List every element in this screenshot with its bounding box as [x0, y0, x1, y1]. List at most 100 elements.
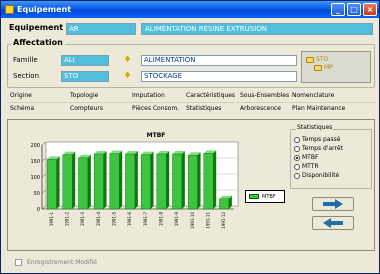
- y-tick-label: 150: [30, 159, 40, 165]
- tab-statistiques[interactable]: Statistiques: [185, 103, 221, 115]
- radio-mtbf[interactable]: MTBF: [294, 154, 318, 161]
- y-tick-label: 0: [37, 207, 40, 213]
- bar-side: [56, 156, 60, 209]
- modified-checkbox: [15, 259, 22, 266]
- tab-schema[interactable]: Schéma: [9, 103, 34, 115]
- radio-dot[interactable]: [294, 145, 300, 152]
- tab-origine[interactable]: Origine: [9, 90, 32, 102]
- bar: [125, 153, 136, 210]
- affectation-tree[interactable]: STO MP: [301, 51, 371, 83]
- status-label: Enregistrement Modifié: [27, 259, 97, 266]
- tree-item-label: STO: [316, 56, 329, 63]
- x-tick-label: 1991-10: [190, 212, 195, 229]
- bar: [156, 153, 167, 210]
- section-description-field[interactable]: STOCKAGE: [141, 71, 297, 82]
- bar-side: [181, 150, 185, 209]
- folder-icon: [314, 64, 322, 71]
- radio-label: Disponibilité: [302, 172, 340, 179]
- bar-side: [197, 152, 201, 209]
- arrow-right-icon: [323, 199, 343, 209]
- previous-button[interactable]: [312, 216, 354, 230]
- famille-code-field[interactable]: ALI: [61, 55, 109, 66]
- tab-sous-ensembles[interactable]: Sous-Ensembles: [239, 90, 289, 102]
- bar: [203, 153, 214, 210]
- radio-dot-selected[interactable]: [294, 154, 300, 161]
- tab-caracteristiques[interactable]: Caractéristiques: [185, 90, 235, 102]
- tab-nomenclature[interactable]: Nomenclature: [291, 90, 334, 102]
- tab-imputation[interactable]: Imputation: [131, 90, 165, 102]
- bar-side: [87, 154, 91, 209]
- bar-side: [213, 150, 217, 209]
- minimize-button[interactable]: _: [331, 3, 345, 16]
- section-lookup-icon[interactable]: ♦: [123, 71, 132, 82]
- x-tick-label: 1991-9: [174, 212, 179, 227]
- bar: [187, 155, 198, 210]
- grid-line-diagonal: [41, 189, 47, 194]
- y-tick-label: 100: [30, 175, 40, 181]
- radio-label: MTBF: [302, 154, 319, 161]
- bar-side: [72, 151, 76, 209]
- bar-side: [150, 151, 154, 209]
- section-label: Section: [13, 72, 40, 80]
- legend-label: MTBF: [262, 193, 276, 200]
- tab-plan-maintenance[interactable]: Plan Maintenance: [291, 103, 345, 115]
- bar: [93, 153, 104, 210]
- x-tick-label: 1991-8: [159, 212, 164, 227]
- x-tick-label: 1991-6: [127, 212, 132, 227]
- bar: [46, 159, 57, 210]
- radio-mttr[interactable]: MTTR: [294, 163, 319, 170]
- radio-temps-passe[interactable]: Temps passé: [294, 136, 340, 143]
- radio-temps-arret[interactable]: Temps d'arrêt: [294, 145, 343, 152]
- tab-topologie[interactable]: Topologie: [69, 90, 98, 102]
- tab-compteurs[interactable]: Compteurs: [69, 103, 103, 115]
- x-tick-label: 1991-3: [80, 212, 85, 227]
- bar: [62, 154, 73, 210]
- radio-label: Temps d'arrêt: [302, 145, 343, 152]
- status-bar: Enregistrement Modifié: [15, 259, 97, 266]
- x-tick-label: 1991-2: [65, 212, 70, 227]
- grid-line-diagonal: [41, 173, 47, 178]
- title-bar: Equipement _ □ ×: [1, 1, 379, 18]
- famille-lookup-icon[interactable]: ♦: [123, 55, 132, 66]
- bar: [109, 153, 120, 210]
- next-button[interactable]: [312, 197, 354, 211]
- radio-dot[interactable]: [294, 172, 300, 179]
- tab-arborescence[interactable]: Arborescence: [239, 103, 281, 115]
- equipement-description-field[interactable]: ALIMENTATION RESINE EXTRUSION: [141, 23, 373, 35]
- close-button[interactable]: ×: [363, 3, 377, 16]
- y-tick-label: 200: [30, 143, 40, 149]
- tree-item-label: MP: [324, 64, 333, 71]
- x-tick-label: 1991-4: [96, 212, 101, 227]
- tree-item[interactable]: STO: [306, 56, 328, 63]
- chart-title: MTBF: [146, 132, 166, 139]
- radio-dot[interactable]: [294, 136, 300, 143]
- radio-label: MTTR: [302, 163, 319, 170]
- statistiques-group-title: Statistiques: [296, 124, 334, 131]
- grid-line-diagonal: [41, 157, 47, 162]
- equipement-code-field[interactable]: AR: [66, 23, 136, 35]
- app-icon: [5, 5, 14, 14]
- famille-description-field[interactable]: ALIMENTATION: [141, 55, 297, 66]
- equipement-label: Equipement: [9, 23, 64, 32]
- bar-side: [134, 150, 138, 209]
- maximize-button[interactable]: □: [347, 3, 361, 16]
- x-tick-label: 1991-11: [206, 212, 211, 229]
- y-tick-label: 50: [34, 191, 40, 197]
- grid-line-diagonal: [41, 141, 47, 146]
- radio-dot[interactable]: [294, 163, 300, 170]
- affectation-title: Affectation: [11, 38, 65, 47]
- bar: [219, 198, 230, 210]
- tab-pieces-consom[interactable]: Pièces Consom.: [131, 103, 179, 115]
- bar-side: [166, 150, 170, 209]
- x-tick-label: 1991-5: [112, 212, 117, 227]
- bar: [172, 153, 183, 210]
- section-code-field[interactable]: STO: [61, 71, 109, 82]
- tree-item[interactable]: MP: [314, 64, 333, 71]
- radio-disponibilite[interactable]: Disponibilité: [294, 172, 339, 179]
- bar-side: [119, 150, 123, 209]
- x-tick-label: 1991-12: [221, 212, 226, 229]
- chart-legend: MTBF: [245, 190, 285, 203]
- folder-icon: [306, 56, 314, 63]
- x-tick-label: 1991-1: [49, 212, 54, 227]
- mtbf-chart: 200 150 100 50 0 1991-1 1991-2 1991-3 1991-4 1991…: [30, 141, 239, 229]
